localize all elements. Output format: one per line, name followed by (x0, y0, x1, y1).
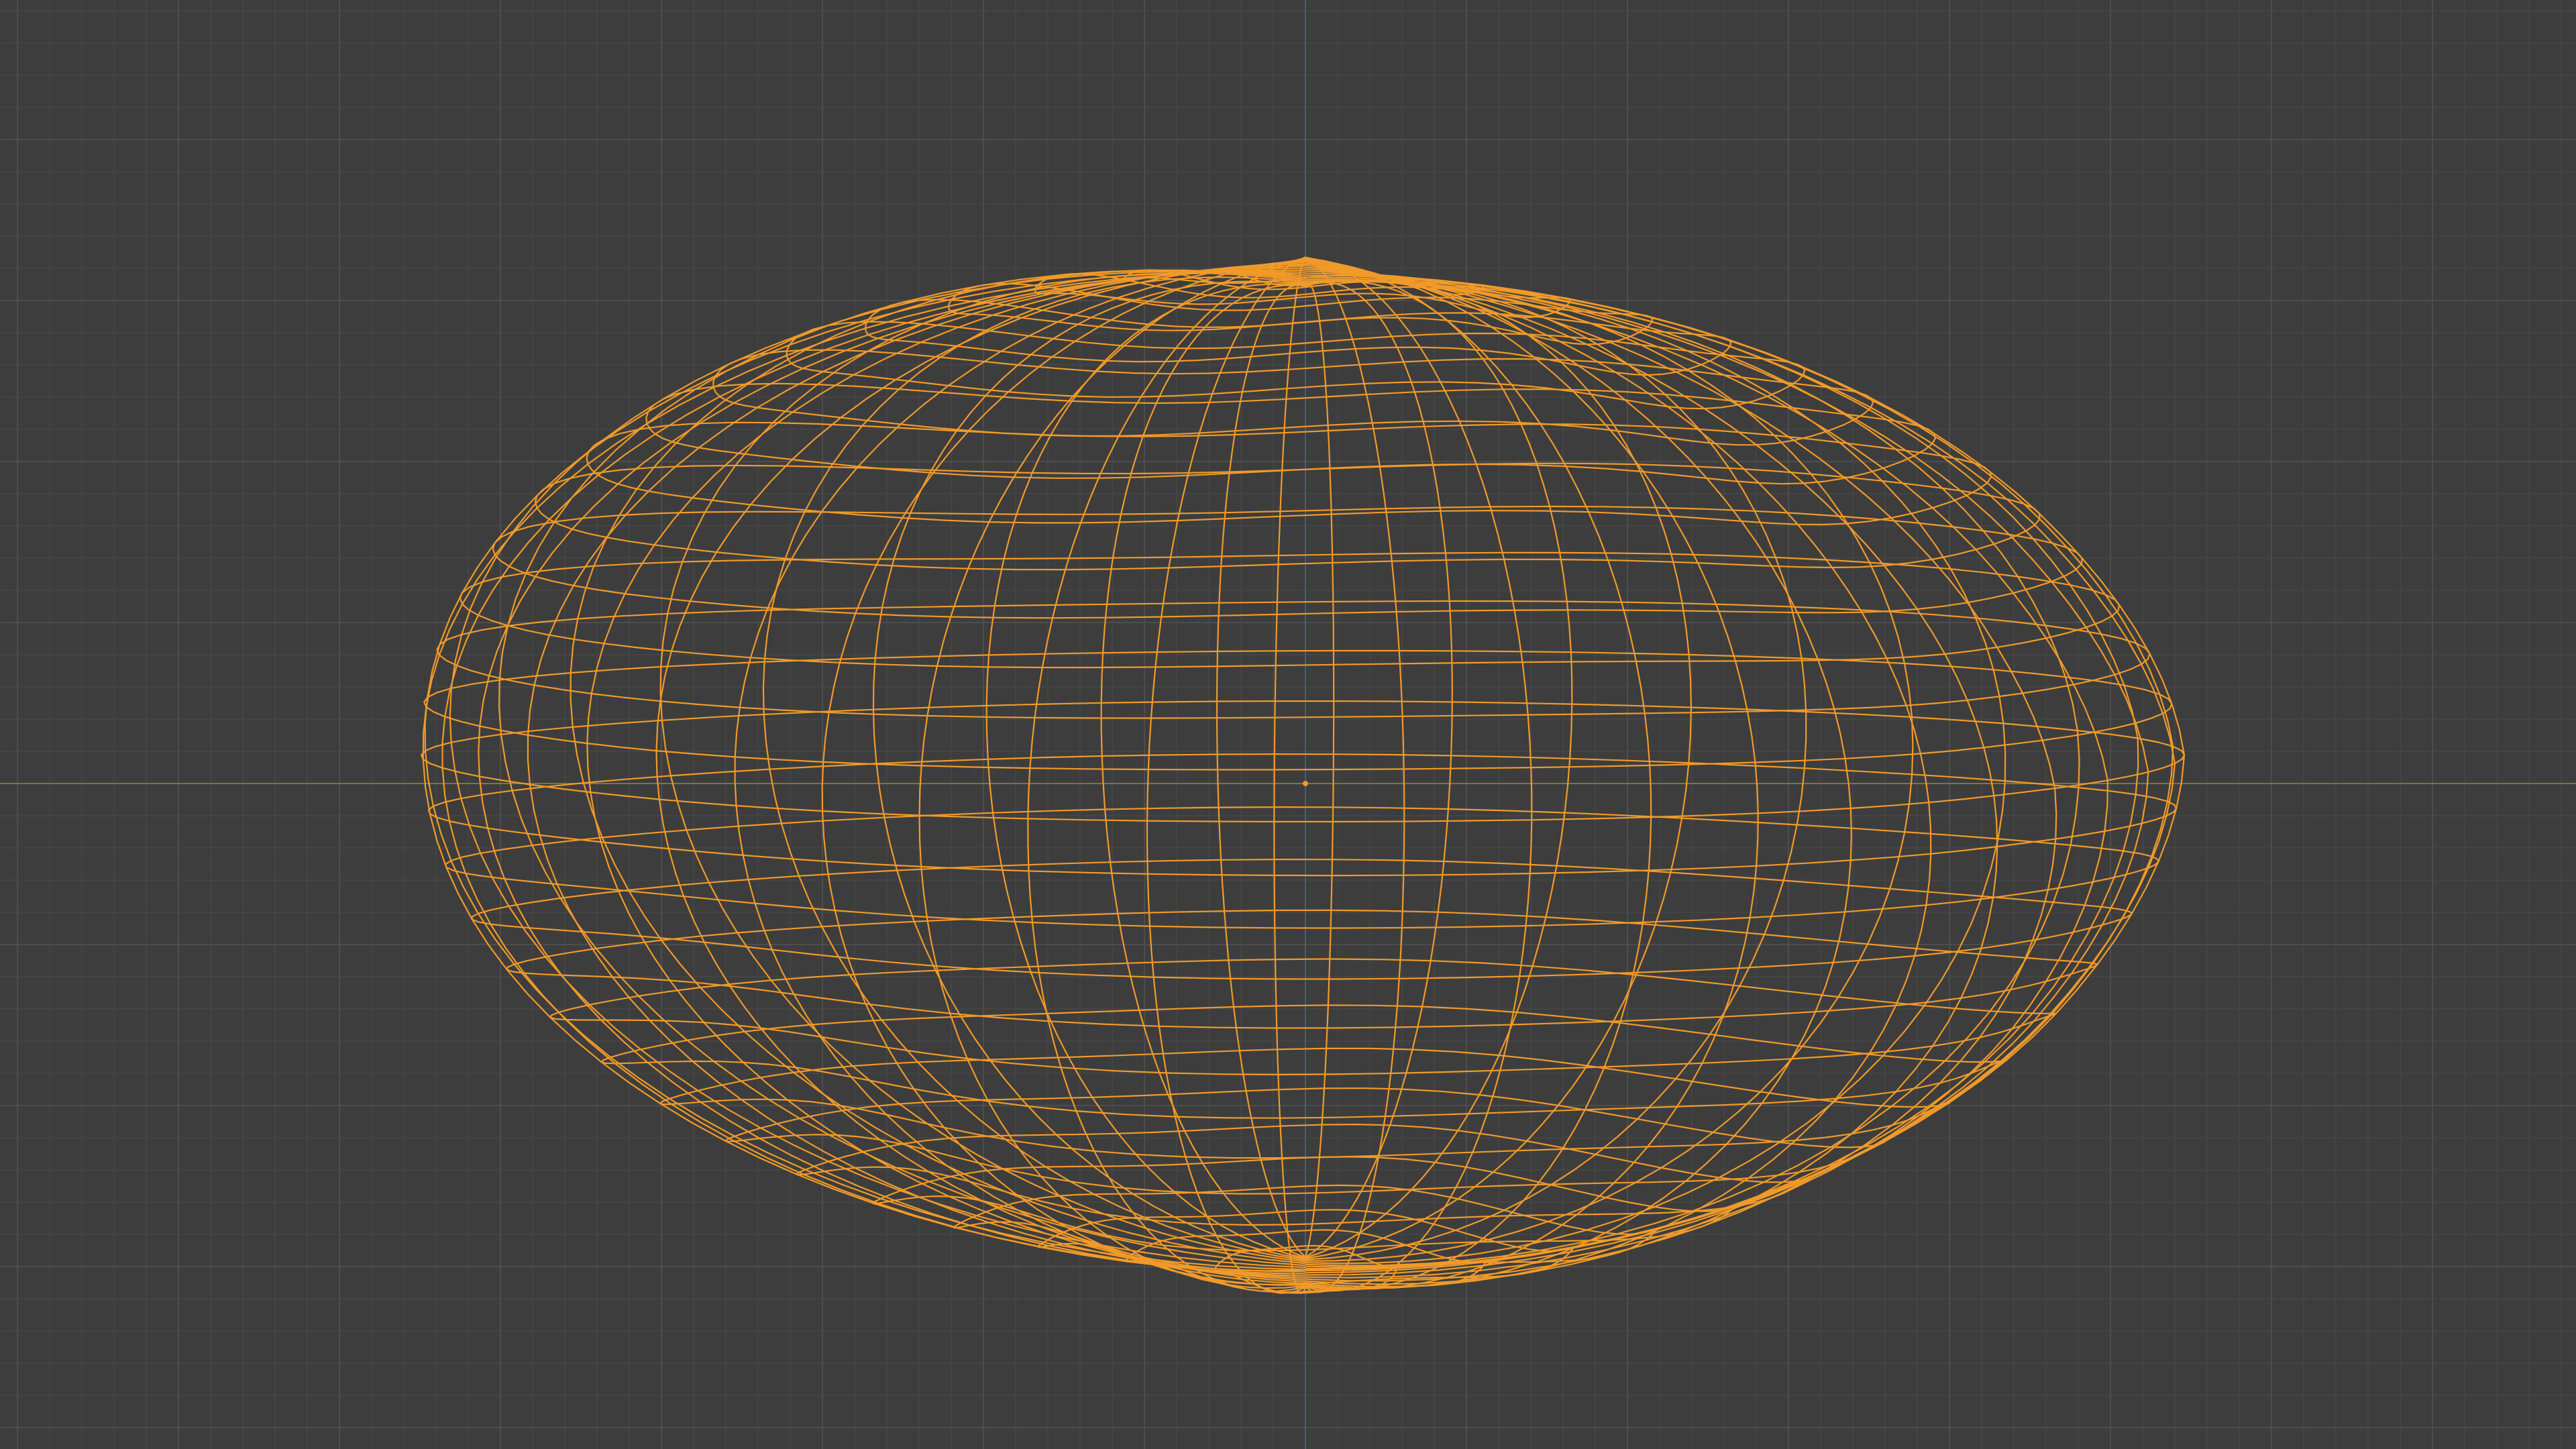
mesh-edge-ring (1305, 266, 2108, 1279)
mesh-edge-ring (1305, 260, 1932, 1288)
mesh-edge-ring (1305, 268, 2149, 1276)
mesh-edge-ring (655, 262, 1306, 1283)
mesh-edge-ring (1305, 256, 1405, 1293)
mesh-edge-ring (570, 269, 1306, 1265)
mesh-edge-ring (1027, 257, 1306, 1292)
mesh-edge-ring (1305, 274, 2174, 1270)
mesh-edge-loop (471, 859, 2133, 980)
3d-viewport[interactable] (0, 0, 2576, 1449)
mesh-edge-ring (1305, 264, 2057, 1282)
mesh-edge-loop (586, 421, 1992, 526)
mesh-edge-loop (427, 753, 2178, 877)
mesh-edge-ring (1305, 272, 2186, 1272)
object-origin-icon[interactable] (1303, 781, 1308, 786)
mesh-edge-ring (422, 270, 1306, 1273)
mesh-edge-ring (498, 269, 1306, 1267)
mesh-edge-ring (1305, 257, 1652, 1291)
mesh-edge-loop (423, 649, 2173, 771)
mesh-edge-ring (527, 265, 1306, 1279)
viewport-canvas[interactable] (0, 0, 2576, 1449)
